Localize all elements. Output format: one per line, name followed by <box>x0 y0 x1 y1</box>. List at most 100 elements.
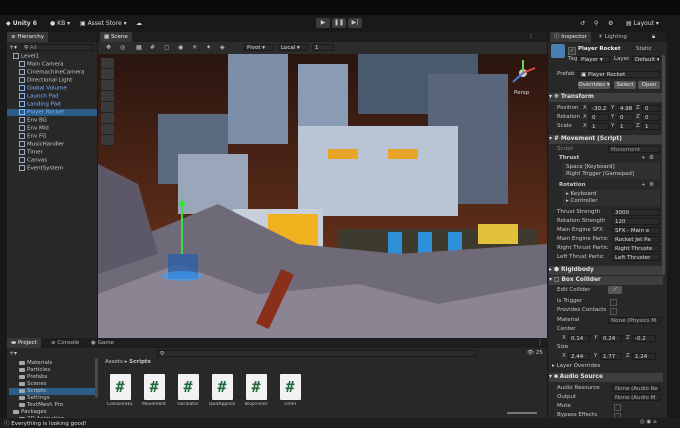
size-x-field[interactable]: 2.44 <box>568 353 590 360</box>
audio-field-value[interactable]: None (Audio Re <box>612 385 660 392</box>
transform-header[interactable]: ▾ ✥ Transform <box>549 93 663 102</box>
light-icon[interactable]: ☀ <box>192 44 197 51</box>
folder-item[interactable]: Prefabs <box>9 374 95 381</box>
hierarchy-item[interactable]: Global Volume <box>7 85 97 92</box>
hierarchy-item[interactable]: Main Camera <box>7 61 97 68</box>
audio-field-checkbox[interactable] <box>614 404 621 411</box>
transform-tool-icon[interactable] <box>101 124 114 135</box>
binding-item[interactable]: ▸ Controller <box>566 198 598 205</box>
size-z-field[interactable]: 1.24 <box>632 353 656 360</box>
hierarchy-item[interactable]: MusicHandler <box>7 141 97 148</box>
movement-field-value[interactable]: SFX - Main e <box>612 227 660 234</box>
provides-contacts-checkbox[interactable] <box>610 308 617 315</box>
hierarchy-item[interactable]: Env BG <box>7 117 97 124</box>
settings-gear-icon[interactable]: ⚙ <box>608 19 613 28</box>
orientation-gizmo[interactable] <box>508 58 538 88</box>
hierarchy-item[interactable]: Env FG <box>7 133 97 140</box>
box-collider-header[interactable]: ▾ ▢ Box Collider <box>549 276 663 285</box>
movement-field-value[interactable]: Rocket Jet Pa <box>612 236 660 243</box>
audio-field-value[interactable]: None (Audio M <box>612 394 660 401</box>
folder-item[interactable]: Scenes <box>9 381 95 388</box>
panel-menu-icon[interactable]: ⋮ <box>528 33 534 40</box>
hand-tool-icon[interactable] <box>101 69 114 80</box>
folder-item[interactable]: Packages <box>9 409 95 416</box>
movement-field-value[interactable]: 3000 <box>612 209 660 216</box>
movement-field-value[interactable]: 120 <box>612 218 660 225</box>
create-asset-button[interactable]: +▾ <box>9 350 19 357</box>
add-binding-icon[interactable]: + <box>641 182 646 188</box>
add-binding-icon[interactable]: + <box>641 155 646 161</box>
asset-store-button[interactable]: ▣ Asset Store ▾ <box>80 19 127 28</box>
center-z-field[interactable]: -0.2 <box>632 335 656 342</box>
layer-overrides-foldout[interactable]: ▸ Layer Overrides <box>552 363 600 370</box>
search-icon[interactable]: ⚲ <box>594 19 598 28</box>
icon-size-slider[interactable] <box>507 412 537 414</box>
binding-item[interactable]: ▸ Keyboard <box>566 191 596 198</box>
pivot-dropdown[interactable]: Pivot ▾ <box>244 44 274 51</box>
custom-tool-icon[interactable] <box>101 135 114 146</box>
folder-item[interactable]: Particles <box>9 367 95 374</box>
folder-item[interactable]: TextMesh Pro <box>9 402 95 409</box>
rect-icon[interactable]: ▢ <box>164 44 170 51</box>
view-options-icon[interactable]: ◎ <box>120 44 125 51</box>
script-asset[interactable]: # Movement <box>141 374 167 407</box>
folder-item[interactable]: Materials <box>9 360 95 367</box>
persp-label[interactable]: Persp <box>514 90 529 96</box>
folder-item[interactable]: Settings <box>9 395 95 402</box>
fx-icon[interactable]: ✦ <box>206 44 211 51</box>
rigidbody-header[interactable]: ▸ ⬢ Rigidbody <box>549 266 663 275</box>
hierarchy-item[interactable]: Player Rocket <box>7 109 97 116</box>
grid-icon[interactable]: # <box>150 44 155 51</box>
hierarchy-item[interactable]: Launch Pad <box>7 93 97 100</box>
movement-field-value[interactable]: Right Thruste <box>612 245 660 252</box>
script-field[interactable]: Movement <box>608 146 660 153</box>
gizmo-move-icon[interactable]: ✥ <box>106 44 111 51</box>
hierarchy-search-input[interactable]: ⚲ All <box>21 44 93 51</box>
select-button[interactable]: Select <box>614 81 636 89</box>
tab-inspector[interactable]: ⓘ Inspector <box>550 32 591 42</box>
tab-lighting[interactable]: ☀ Lighting <box>594 32 631 42</box>
scale-z-field[interactable]: 1 <box>642 123 660 130</box>
active-checkbox[interactable]: ✓ <box>568 47 576 55</box>
step-button[interactable]: ▶| <box>348 18 362 28</box>
open-button[interactable]: Open <box>638 81 660 89</box>
play-button[interactable]: ▶ <box>316 18 330 28</box>
scene-viewport[interactable]: Persp <box>98 54 547 338</box>
layer-dropdown[interactable]: Default ▾ <box>632 56 660 63</box>
position-z-field[interactable]: 0 <box>642 105 660 112</box>
tag-dropdown[interactable]: Player ▾ <box>578 56 610 63</box>
rotation-z-field[interactable]: 0 <box>642 114 660 121</box>
folder-tree-scrollbar[interactable] <box>95 358 98 398</box>
cloud-icon[interactable]: ☁ <box>136 19 142 28</box>
lock-icon[interactable]: 🔒︎ <box>652 33 655 41</box>
tab-scene[interactable]: ▦ Scene <box>100 32 132 42</box>
hierarchy-item[interactable]: Timer <box>7 149 97 156</box>
binding-item[interactable]: Right Trigger [Gamepad] <box>566 171 634 178</box>
script-asset[interactable]: # StopTimer <box>243 374 269 407</box>
tab-game[interactable]: ◉ Game <box>87 338 118 348</box>
overrides-button[interactable]: Overrides ▾ <box>578 81 610 89</box>
hierarchy-item[interactable]: Directional Light <box>7 77 97 84</box>
panel-menu-icon[interactable]: ⋮ <box>537 339 543 346</box>
movement-field-value[interactable]: Left Thruster <box>612 254 660 261</box>
rotation-y-field[interactable]: 0 <box>617 114 634 121</box>
gear-icon[interactable]: ⚙ <box>649 155 654 161</box>
hierarchy-item[interactable]: EventSystem <box>7 165 97 172</box>
tab-hierarchy[interactable]: ≡ Hierarchy <box>7 32 48 42</box>
rotate-tool-icon[interactable] <box>101 91 114 102</box>
hierarchy-item[interactable]: Env Mid <box>7 125 97 132</box>
status-message[interactable]: ⓘ Everything is looking good! <box>4 419 87 427</box>
snap-icon[interactable]: ▦ <box>136 44 142 51</box>
size-y-field[interactable]: 1.77 <box>600 353 622 360</box>
gear-icon[interactable]: ⚙ <box>649 182 654 188</box>
script-asset[interactable]: # QuitApplica... <box>209 374 235 407</box>
scale-tool-icon[interactable] <box>101 102 114 113</box>
pause-button[interactable]: ❚❚ <box>332 18 346 28</box>
folder-item[interactable]: Scripts <box>9 388 95 395</box>
tab-project[interactable]: ▬ Project <box>7 338 41 348</box>
binding-item[interactable]: Space [Keyboard] <box>566 164 615 171</box>
camera-icon[interactable]: ◉ <box>178 44 183 51</box>
local-dropdown[interactable]: Local ▾ <box>278 44 308 51</box>
hierarchy-item[interactable]: Canvas <box>7 157 97 164</box>
object-name-field[interactable]: Player Rocket <box>578 46 621 53</box>
